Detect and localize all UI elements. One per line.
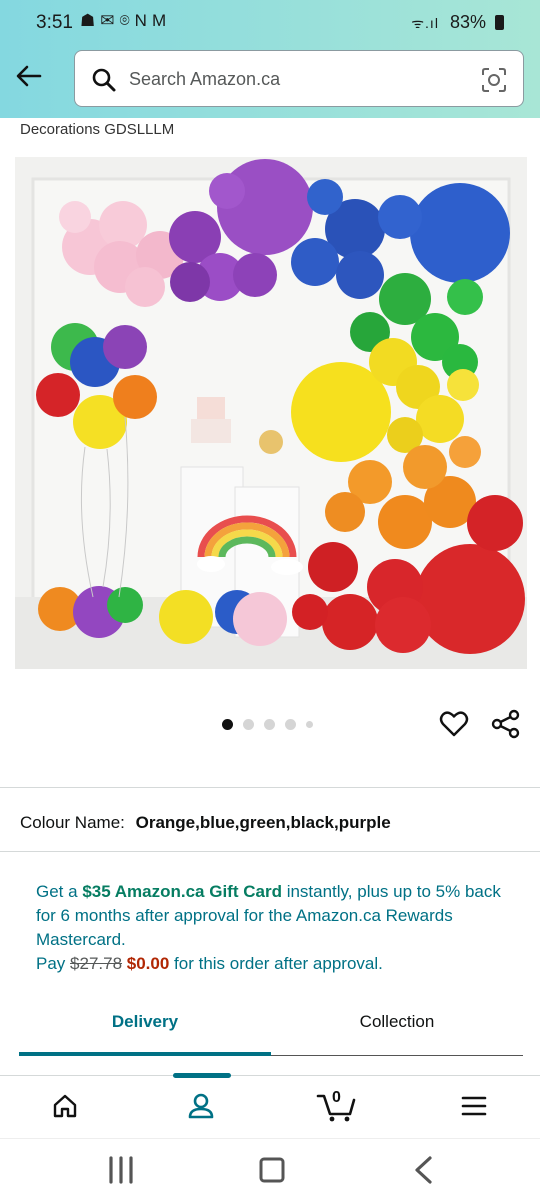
status-bar: 3:51 ☗✉⌾NM ᯤ.ıl 83% bbox=[0, 0, 540, 46]
colour-value: Orange,blue,green,black,purple bbox=[135, 813, 391, 832]
colour-label: Colour Name: bbox=[20, 813, 125, 832]
cart-count: 0 bbox=[332, 1089, 341, 1106]
battery-percent: 83% bbox=[449, 12, 486, 32]
divider bbox=[0, 851, 540, 852]
tab-delivery[interactable]: Delivery bbox=[19, 1012, 271, 1032]
tab-baseline bbox=[271, 1055, 523, 1056]
promo-tail: for this order after approval. bbox=[169, 954, 383, 973]
bottom-navigation bbox=[0, 1073, 540, 1138]
share-icon[interactable] bbox=[490, 708, 522, 740]
battery-icon bbox=[495, 15, 504, 30]
promo-gift-card: $35 Amazon.ca Gift Card bbox=[82, 882, 282, 901]
balloon-arch-image bbox=[15, 157, 527, 669]
heart-icon[interactable] bbox=[438, 708, 470, 740]
promo-old-price: $27.78 bbox=[70, 954, 123, 973]
camera-search-icon[interactable] bbox=[481, 67, 507, 93]
carousel-dot-1[interactable] bbox=[222, 718, 233, 730]
credit-card-promo[interactable]: Get a $35 Amazon.ca Gift Card instantly,… bbox=[36, 880, 506, 976]
colour-name-row: Colour Name: Orange,blue,green,black,pur… bbox=[20, 813, 391, 833]
status-right: ᯤ.ıl 83% bbox=[411, 12, 504, 33]
system-navigation-bar bbox=[0, 1138, 540, 1200]
product-image[interactable] bbox=[15, 157, 527, 669]
carousel-dot-2[interactable] bbox=[243, 718, 254, 730]
divider bbox=[0, 787, 540, 788]
active-nav-indicator bbox=[173, 1073, 231, 1078]
home-icon[interactable] bbox=[51, 1092, 79, 1120]
search-bar[interactable] bbox=[74, 50, 524, 107]
back-button[interactable] bbox=[12, 58, 48, 94]
search-input[interactable] bbox=[129, 63, 469, 95]
image-carousel-dots[interactable] bbox=[222, 718, 313, 730]
recent-apps-icon[interactable] bbox=[106, 1155, 136, 1185]
header: 3:51 ☗✉⌾NM ᯤ.ıl 83% bbox=[0, 0, 540, 118]
notification-icons: ☗✉⌾NM bbox=[80, 11, 172, 30]
active-tab-indicator bbox=[19, 1052, 271, 1056]
carousel-dot-4[interactable] bbox=[285, 718, 296, 730]
promo-text-a: Get a bbox=[36, 882, 83, 901]
menu-icon[interactable] bbox=[460, 1092, 488, 1120]
delivery-collection-tabs: Delivery Collection bbox=[0, 1004, 540, 1056]
account-icon[interactable] bbox=[187, 1092, 215, 1120]
signal-icon: ᯤ.ıl bbox=[411, 15, 439, 31]
status-time: 3:51 bbox=[36, 12, 73, 33]
back-arrow-icon bbox=[16, 65, 42, 87]
search-icon bbox=[92, 68, 116, 92]
promo-pay: Pay bbox=[36, 954, 71, 973]
product-title-fragment: Decorations GDSLLLM bbox=[20, 121, 175, 138]
carousel-dot-5[interactable] bbox=[306, 720, 313, 728]
home-button-icon[interactable] bbox=[257, 1155, 287, 1185]
promo-new-price: $0.00 bbox=[126, 954, 170, 973]
back-nav-icon[interactable] bbox=[409, 1155, 439, 1185]
carousel-dot-3[interactable] bbox=[264, 718, 275, 730]
tab-collection[interactable]: Collection bbox=[271, 1012, 523, 1032]
